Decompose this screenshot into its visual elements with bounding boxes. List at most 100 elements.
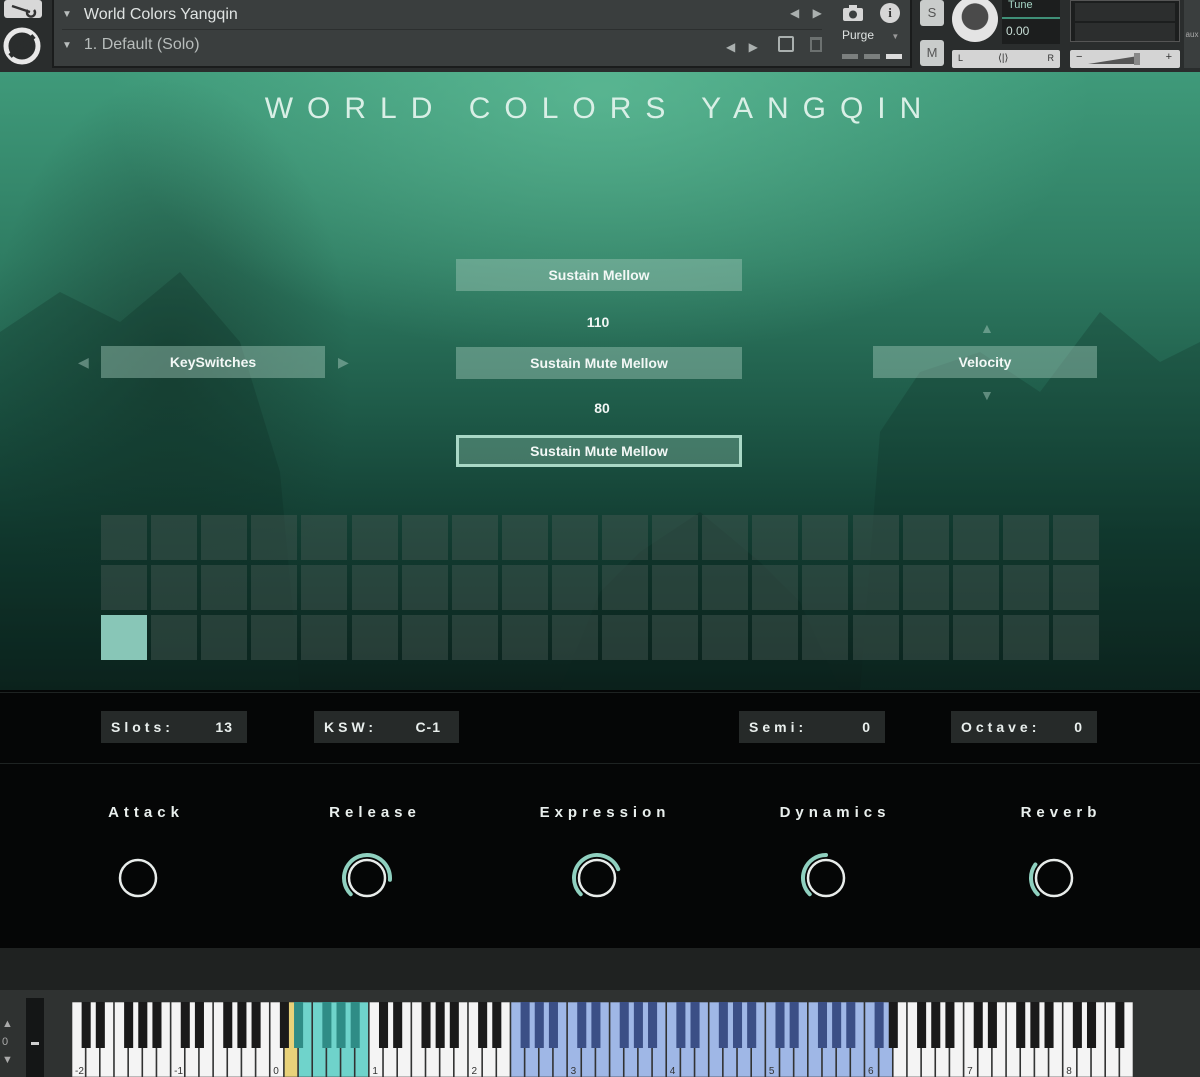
articulation-pad[interactable] (902, 515, 949, 560)
piano-black-key[interactable] (138, 1002, 148, 1048)
articulation-pad[interactable] (551, 615, 598, 660)
piano-black-key[interactable] (322, 1002, 332, 1048)
delete-icon[interactable] (810, 37, 822, 52)
articulation-pad[interactable] (401, 565, 448, 610)
preset-row[interactable]: ▼ 1. Default (Solo) (62, 30, 762, 60)
piano-black-key[interactable] (378, 1002, 389, 1048)
keyswitches-button[interactable]: KeySwitches (101, 346, 325, 378)
articulation-pad[interactable] (952, 565, 999, 610)
articulation-pad[interactable] (551, 565, 598, 610)
piano-black-key[interactable] (81, 1002, 91, 1048)
piano-black-key[interactable] (874, 1002, 884, 1048)
articulation-pad[interactable] (101, 565, 147, 610)
piano-black-key[interactable] (393, 1002, 403, 1048)
articulation-pad[interactable] (301, 615, 348, 660)
articulation-pad[interactable] (752, 615, 799, 660)
piano-black-key[interactable] (548, 1002, 558, 1048)
piano-black-key[interactable] (945, 1002, 955, 1048)
piano-black-key[interactable] (648, 1002, 658, 1048)
purge-dropdown[interactable]: Purge ▼ (842, 28, 899, 42)
keyswitches-next-arrow-icon[interactable]: ▶ (338, 354, 349, 371)
octave-field[interactable]: Octave: 0 (951, 711, 1097, 743)
slots-field[interactable]: Slots: 13 (101, 711, 247, 743)
piano-black-key[interactable] (775, 1002, 785, 1048)
ksw-value[interactable]: C-1 (415, 719, 441, 735)
tune-value[interactable]: 0.00 (1006, 24, 1029, 38)
articulation-pad[interactable] (451, 565, 498, 610)
velocity-up-arrow-icon[interactable]: ▲ (980, 320, 994, 336)
articulation-pad[interactable] (151, 565, 198, 610)
slots-value[interactable]: 13 (215, 719, 233, 735)
articulation-pad[interactable] (802, 615, 849, 660)
piano-black-key[interactable] (223, 1002, 233, 1048)
piano-black-key[interactable] (1030, 1002, 1040, 1048)
octave-up-icon[interactable]: ▲ (2, 1018, 13, 1030)
piano-black-key[interactable] (336, 1002, 346, 1048)
piano-black-key[interactable] (294, 1002, 304, 1048)
expression-knob[interactable] (571, 852, 623, 904)
articulation-pad[interactable] (401, 615, 448, 660)
articulation-slot-3-button[interactable]: Sustain Mute Mellow (456, 435, 742, 467)
info-icon[interactable]: i (880, 3, 900, 23)
piano-black-key[interactable] (237, 1002, 247, 1048)
piano-black-key[interactable] (95, 1002, 105, 1048)
articulation-pad[interactable] (301, 515, 348, 560)
wrench-icon[interactable] (4, 0, 42, 18)
articulation-pad[interactable] (602, 515, 648, 560)
articulation-pad[interactable] (752, 565, 799, 610)
piano-black-key[interactable] (1044, 1002, 1054, 1048)
articulation-pad[interactable] (852, 515, 899, 560)
piano-black-key[interactable] (1016, 1002, 1026, 1048)
articulation-pad[interactable] (301, 565, 348, 610)
piano-black-key[interactable] (832, 1002, 842, 1048)
articulation-slot-2-button[interactable]: Sustain Mute Mellow (456, 347, 742, 379)
articulation-pad[interactable] (151, 615, 198, 660)
piano-black-key[interactable] (1115, 1002, 1125, 1048)
tune-knob[interactable] (952, 0, 998, 42)
velocity-button[interactable]: Velocity (873, 346, 1097, 378)
articulation-pad[interactable] (802, 515, 849, 560)
pitch-wheel[interactable] (26, 998, 44, 1077)
articulation-pad[interactable] (702, 515, 749, 560)
piano-black-key[interactable] (577, 1002, 587, 1048)
piano-black-key[interactable] (591, 1002, 601, 1048)
piano-black-key[interactable] (789, 1002, 799, 1048)
articulation-pad[interactable] (501, 515, 548, 560)
articulation-pad[interactable] (652, 565, 699, 610)
camera-icon[interactable] (842, 4, 864, 22)
piano-black-key[interactable] (1072, 1002, 1082, 1048)
attack-knob[interactable] (112, 852, 164, 904)
articulation-pad[interactable] (1002, 515, 1049, 560)
piano-black-key[interactable] (194, 1002, 204, 1048)
piano-black-key[interactable] (520, 1002, 530, 1048)
articulation-pad[interactable] (1052, 515, 1099, 560)
articulation-value-2[interactable]: 80 (502, 400, 702, 416)
piano-black-key[interactable] (492, 1002, 502, 1048)
articulation-pad[interactable] (852, 615, 899, 660)
preset-prev-next-arrows[interactable]: ◀ ▶ (726, 40, 758, 54)
articulation-pad[interactable] (351, 615, 398, 660)
articulation-pad[interactable] (401, 515, 448, 560)
articulation-pad[interactable] (251, 565, 298, 610)
octave-shift-control[interactable]: ▲ 0 ▼ (0, 990, 20, 1077)
piano-black-key[interactable] (435, 1002, 445, 1048)
piano-black-key[interactable] (633, 1002, 643, 1048)
articulation-pad[interactable] (251, 515, 298, 560)
articulation-pad[interactable] (952, 615, 999, 660)
piano-black-key[interactable] (987, 1002, 997, 1048)
articulation-pad[interactable] (101, 615, 147, 660)
piano-black-key[interactable] (973, 1002, 983, 1048)
articulation-pad[interactable] (702, 615, 749, 660)
pan-slider[interactable]: L ⟨|⟩ R (952, 50, 1060, 68)
ksw-field[interactable]: KSW: C-1 (314, 711, 459, 743)
articulation-pad[interactable] (251, 615, 298, 660)
piano-black-key[interactable] (152, 1002, 162, 1048)
articulation-pad[interactable] (201, 515, 248, 560)
articulation-pad[interactable] (652, 615, 699, 660)
piano-black-key[interactable] (251, 1002, 261, 1048)
piano-black-key[interactable] (478, 1002, 488, 1048)
articulation-pad[interactable] (802, 565, 849, 610)
piano-black-key[interactable] (1086, 1002, 1097, 1048)
octave-down-icon[interactable]: ▼ (2, 1054, 13, 1066)
articulation-value-1[interactable]: 110 (498, 314, 698, 330)
